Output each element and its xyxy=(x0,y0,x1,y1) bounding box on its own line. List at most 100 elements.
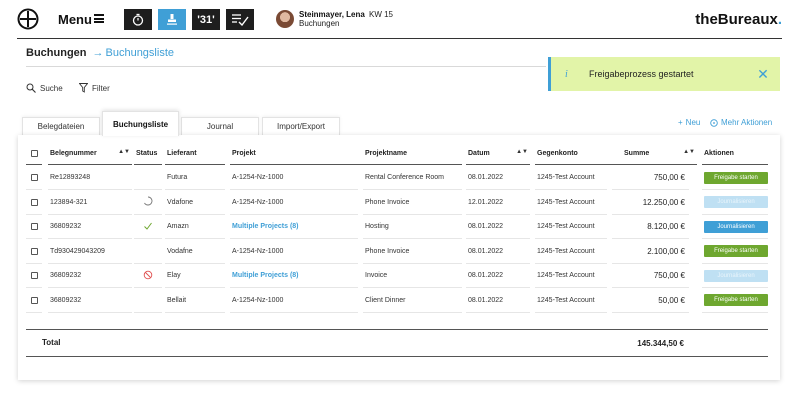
cell-projekt: A-1254-Nz-1000 xyxy=(230,191,358,215)
row-checkbox[interactable] xyxy=(30,247,38,255)
tab-import-export[interactable]: Import/Export xyxy=(262,117,340,135)
start-approval-button[interactable]: Freigabe starten xyxy=(704,171,768,184)
row-select xyxy=(26,240,42,264)
search-control[interactable]: Suche xyxy=(26,83,63,93)
cell-gegenkonto: 1245-Test Account xyxy=(535,240,607,264)
cell-gegenkonto: 1245-Test Account xyxy=(535,191,607,215)
status-cell xyxy=(134,215,162,239)
brand-logo: theBureaux. xyxy=(695,11,782,28)
row-checkbox[interactable] xyxy=(30,174,38,181)
calendar-button[interactable]: '31' xyxy=(192,9,220,30)
sort-icon[interactable]: ▲▼ xyxy=(516,149,528,155)
toast-message: Freigabeprozess gestartet xyxy=(589,69,694,79)
close-icon[interactable]: ✕ xyxy=(756,67,770,81)
app-logo-icon[interactable] xyxy=(17,8,39,30)
cell-lieferant: Vdafone xyxy=(165,191,225,215)
cell-projektname: Phone Invoice xyxy=(363,240,462,264)
avatar[interactable] xyxy=(276,10,294,28)
cell-lieferant: Futura xyxy=(165,166,225,190)
more-actions-label: Mehr Aktionen xyxy=(721,118,773,127)
notification-toast: i Freigabeprozess gestartet ✕ xyxy=(548,57,780,91)
row-checkbox[interactable] xyxy=(30,223,38,230)
cell-projekt: A-1254-Nz-1000 xyxy=(230,166,358,190)
sort-icon[interactable]: ▲▼ xyxy=(683,149,695,155)
cell-summe: 2.100,00 € xyxy=(612,240,689,264)
total-top-divider xyxy=(26,329,768,330)
user-section: Buchungen xyxy=(299,19,340,28)
more-actions-button[interactable]: Mehr Aktionen xyxy=(710,118,772,127)
header-select-all[interactable] xyxy=(26,143,42,165)
brand-dot: . xyxy=(777,11,782,28)
stamp-button[interactable] xyxy=(158,9,186,30)
journalize-button[interactable]: Journalisieren xyxy=(704,269,768,282)
row-select xyxy=(26,166,42,190)
total-bottom-divider xyxy=(26,356,768,357)
cell-lieferant: Bellait xyxy=(165,289,225,313)
header-belegnummer[interactable]: Belegnummer ▲▼ xyxy=(48,143,132,165)
header-gegenkonto: Gegenkonto xyxy=(535,143,613,165)
cell-beleg: 36809232 xyxy=(48,264,132,288)
tab-belegdateien[interactable]: Belegdateien xyxy=(22,117,100,135)
cell-gegenkonto: 1245-Test Account xyxy=(535,264,607,288)
tab-buchungsliste[interactable]: Buchungsliste xyxy=(102,111,179,136)
rejected-icon xyxy=(143,270,153,282)
total-value: 145.344,50 € xyxy=(637,339,684,348)
sort-icon[interactable]: ▲▼ xyxy=(118,149,130,155)
cell-projekt: A-1254-Nz-1000 xyxy=(230,289,358,313)
filter-control[interactable]: Filter xyxy=(79,83,110,93)
top-bar: Menu '31' Steinmayer, Lena KW 15 Buchung… xyxy=(0,0,800,39)
search-label: Suche xyxy=(40,83,63,93)
menu-label[interactable]: Menu xyxy=(58,12,92,27)
cell-datum: 08.01.2022 xyxy=(466,264,530,288)
header-lieferant: Lieferant xyxy=(165,143,225,165)
status-cell xyxy=(134,289,162,313)
pending-icon xyxy=(143,196,153,208)
cell-beleg: 36809232 xyxy=(48,215,132,239)
select-all-checkbox[interactable] xyxy=(30,150,38,157)
cell-datum: 08.01.2022 xyxy=(466,240,530,264)
total-label: Total xyxy=(42,338,61,347)
breadcrumb: Buchungen → Buchungsliste xyxy=(26,47,174,59)
row-select xyxy=(26,191,42,215)
header-projektname: Projektname xyxy=(363,143,462,165)
cell-summe: 12.250,00 € xyxy=(612,191,689,215)
arrow-right-icon: → xyxy=(92,47,104,59)
action-cell: Freigabe starten xyxy=(702,240,768,264)
status-cell xyxy=(134,166,162,190)
stamp-icon xyxy=(167,14,177,25)
cell-projekt[interactable]: Multiple Projects (8) xyxy=(230,215,358,239)
header-summe-label: Summe xyxy=(624,150,650,157)
header-projekt: Projekt xyxy=(230,143,370,165)
cell-projektname: Invoice xyxy=(363,264,462,288)
status-cell xyxy=(134,240,162,264)
calendar-day: 31 xyxy=(199,13,213,26)
stopwatch-icon xyxy=(132,13,144,26)
action-cell: Freigabe starten xyxy=(702,289,768,313)
journalize-button[interactable]: Journalisieren xyxy=(704,196,768,208)
checklist-button[interactable] xyxy=(226,9,254,30)
breadcrumb-parent[interactable]: Buchungen xyxy=(26,47,87,59)
cell-gegenkonto: 1245-Test Account xyxy=(535,215,607,239)
cell-projekt: A-1254-Nz-1000 xyxy=(230,240,358,264)
action-cell: Journalisieren xyxy=(702,215,768,239)
tab-journal[interactable]: Journal xyxy=(181,117,259,135)
cell-lieferant: Elay xyxy=(165,264,225,288)
cell-projekt[interactable]: Multiple Projects (8) xyxy=(230,264,358,288)
breadcrumb-current[interactable]: Buchungsliste xyxy=(106,47,175,59)
stopwatch-button[interactable] xyxy=(124,9,152,30)
filter-label: Filter xyxy=(92,83,110,93)
start-approval-button[interactable]: Freigabe starten xyxy=(704,245,768,257)
status-cell xyxy=(134,264,162,288)
row-checkbox[interactable] xyxy=(30,296,38,304)
cell-datum: 12.01.2022 xyxy=(466,191,530,215)
new-button[interactable]: + Neu xyxy=(678,118,700,127)
hamburger-icon[interactable] xyxy=(94,14,104,23)
cell-projektname: Hosting xyxy=(363,215,462,239)
row-checkbox[interactable] xyxy=(30,198,38,206)
row-checkbox[interactable] xyxy=(30,272,38,279)
header-datum[interactable]: Datum ▲▼ xyxy=(466,143,530,165)
start-approval-button[interactable]: Freigabe starten xyxy=(704,294,768,306)
header-summe[interactable]: Summe ▲▼ xyxy=(612,143,697,165)
filter-icon xyxy=(79,83,88,93)
journalize-button[interactable]: Journalisieren xyxy=(704,220,768,233)
